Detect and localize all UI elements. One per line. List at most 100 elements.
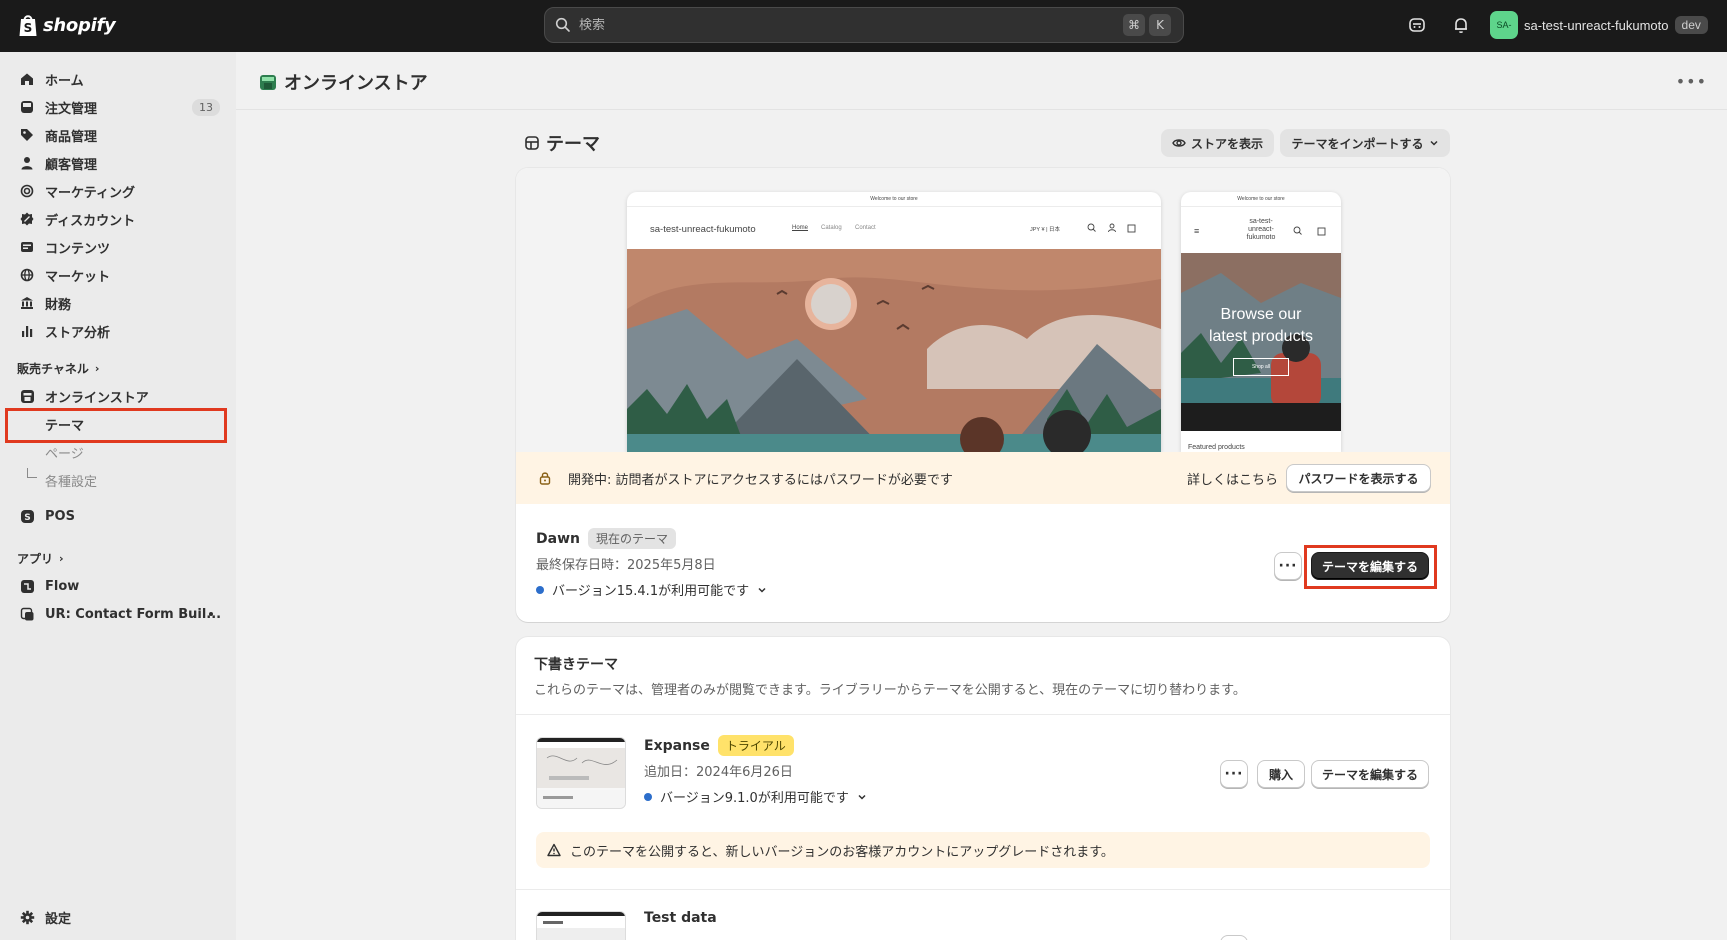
password-notice-text: 開発中: 訪問者がストアにアクセスするにはパスワードが必要です [568,472,953,488]
sidekick-icon [1409,18,1425,32]
theme-preview[interactable]: Welcome to our store sa-test-unreact-fuk… [516,168,1450,452]
lock-icon [539,472,551,485]
content-icon [19,239,35,255]
svg-text:S: S [24,513,30,523]
mobile-store-name-line: sa-test- [1249,218,1273,225]
apps-label: アプリ [17,552,54,566]
test-data-thumbnail[interactable] [536,911,626,940]
search-bar[interactable]: ⌘ K [544,7,1184,43]
sidebar-item-label: 財務 [45,297,72,313]
unread-dot [209,612,213,616]
store-icon [19,388,35,404]
chart-icon [19,323,35,339]
sidebar-item-label: 注文管理 [45,101,98,117]
sidebar-item-label: 設定 [45,911,72,927]
sidebar-item-label: マーケティング [45,185,135,201]
sidebar-item-customers[interactable]: 顧客管理 [0,150,236,176]
sidebar-item-finance[interactable]: 財務 [0,290,236,316]
version-text: バージョン15.4.1が利用可能です [552,584,750,599]
sidebar-item-settings[interactable]: 設定 [0,904,236,930]
expanse-thumbnail[interactable] [536,737,626,809]
sidebar-item-label: UR: Contact Form Buil... [45,606,222,622]
sidebar-item-label: ストア分析 [45,325,111,341]
mobile-header-icons [1293,226,1326,236]
eye-icon [1172,139,1186,147]
chevron-down-icon [758,587,766,593]
expanse-edit-theme-button[interactable]: テーマを編集する [1311,760,1429,788]
mobile-store-name-line: fukumoto [1246,234,1276,241]
current-theme-badge: 現在のテーマ [587,528,676,549]
last-saved: 最終保存日時：2025年5月8日 [536,558,716,573]
target-icon [19,183,35,199]
more-actions-button[interactable]: ••• [1676,72,1707,91]
expanse-more-button[interactable]: ··· [1220,760,1248,788]
svg-text:S: S [24,21,33,35]
mobile-store-name-line: unreact- [1248,226,1274,233]
sidebar-item-flow[interactable]: Flow [0,573,236,599]
globe-icon [19,267,35,283]
section-title-text: テーマ [546,134,600,155]
home-icon [19,71,35,87]
page-header: オンラインストア ••• [236,52,1727,110]
sidebar-item-markets[interactable]: マーケット [0,262,236,288]
version-available[interactable]: バージョン15.4.1が利用可能です [536,580,767,599]
mobile-announcement: Welcome to our store [1237,196,1285,202]
sidebar-item-marketing[interactable]: マーケティング [0,178,236,204]
expanse-version-available[interactable]: バージョン9.1.0が利用可能です [644,787,867,806]
shopify-bag-icon: S [19,15,37,36]
sidebar-item-discounts[interactable]: ディスカウント [0,206,236,232]
search-input[interactable] [579,17,1119,33]
preview-announcement: Welcome to our store [870,196,918,202]
learn-more-link[interactable]: 詳しくはこちら [1187,469,1278,488]
sales-channels-header[interactable]: 販売チャネル › [17,360,99,377]
sidebar-item-contact-form[interactable]: UR: Contact Form Buil... [0,601,236,627]
edit-theme-label: テーマを編集する [1322,559,1419,574]
sidebar-item-home[interactable]: ホーム [0,66,236,92]
mobile-shop-all-button: Shop all [1233,358,1289,376]
apps-header[interactable]: アプリ › [17,550,64,567]
gear-icon [19,909,35,925]
sidekick-button[interactable] [1406,14,1428,36]
sidebar-item-orders[interactable]: 注文管理 13 [0,94,236,120]
sidebar-item-preferences[interactable]: 各種設定 [0,467,236,493]
notifications-button[interactable] [1450,14,1472,36]
expanse-thumbnail-art [537,738,625,808]
sidebar-item-analytics[interactable]: ストア分析 [0,318,236,344]
sidebar-item-pages[interactable]: ページ [0,439,236,465]
divider [516,714,1450,715]
preview-nav-home: Home [792,225,809,231]
sidebar-item-pos[interactable]: S POS [0,503,236,529]
section-title: テーマ [524,130,600,156]
sidebar-item-products[interactable]: 商品管理 [0,122,236,148]
store-menu[interactable]: SA- sa-test-unreact-fukumoto dev [1490,11,1708,39]
view-store-button[interactable]: ストアを表示 [1161,129,1274,157]
show-password-button[interactable]: パスワードを表示する [1286,464,1431,492]
test-data-more-button[interactable]: ··· [1220,935,1248,940]
bank-icon [19,295,35,311]
import-theme-button[interactable]: テーマをインポートする [1280,129,1450,157]
preview-nav-contact: Contact [855,225,876,231]
draft-themes-card: 下書きテーマ これらのテーマは、管理者のみが閲覧できます。ライブラリーからテーマ… [516,637,1450,940]
import-theme-label: テーマをインポートする [1291,136,1424,151]
expanse-added-date: 追加日：2024年6月26日 [644,765,793,780]
contact-form-app-icon [19,606,35,622]
sidebar-item-themes[interactable]: テーマ [0,411,236,437]
preview-nav-catalog: Catalog [821,225,842,231]
sidebar-item-label: Flow [45,578,80,594]
current-theme-more-button[interactable]: ··· [1274,552,1302,580]
mobile-hero-heading-line: Browse our [1220,306,1302,323]
edit-theme-button[interactable]: テーマを編集する [1311,552,1429,580]
sidebar-item-online-store[interactable]: オンラインストア [0,383,236,409]
chevron-right-icon: › [94,362,100,375]
sales-channels-label: 販売チャネル [17,362,89,376]
chevron-down-icon [1429,140,1438,146]
sidebar-item-label: POS [45,508,75,524]
sidebar-item-content[interactable]: コンテンツ [0,234,236,260]
view-store-label: ストアを表示 [1190,136,1263,151]
shopify-logo[interactable]: S shopify [17,12,116,38]
shopify-wordmark: shopify [43,14,116,36]
info-dot [536,585,544,594]
current-theme-card: Welcome to our store sa-test-unreact-fuk… [516,168,1450,622]
buy-theme-button[interactable]: 購入 [1257,760,1305,788]
sidebar-item-label: マーケット [45,269,111,285]
